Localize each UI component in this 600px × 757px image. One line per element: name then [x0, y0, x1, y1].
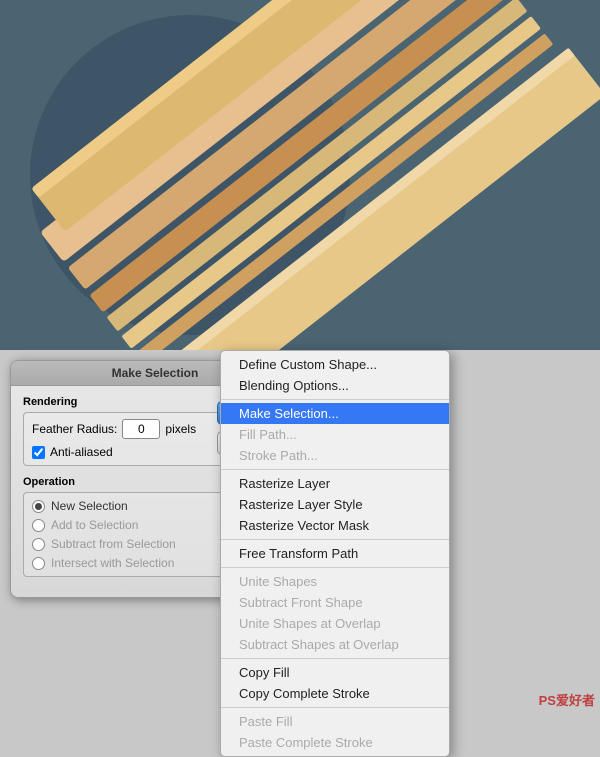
menu-item-4: Stroke Path... [221, 445, 449, 466]
anti-aliased-checkbox[interactable] [32, 446, 45, 459]
watermark-text: 爱好者 [556, 693, 595, 708]
menu-item-7[interactable]: Rasterize Vector Mask [221, 515, 449, 536]
artwork-svg [0, 0, 600, 350]
menu-separator-8 [221, 567, 449, 568]
menu-item-9: Unite Shapes [221, 571, 449, 592]
menu-item-11: Unite Shapes at Overlap [221, 613, 449, 634]
menu-item-0[interactable]: Define Custom Shape... [221, 354, 449, 375]
menu-item-5[interactable]: Rasterize Layer [221, 473, 449, 494]
context-menu: Define Custom Shape...Blending Options..… [220, 350, 450, 757]
feather-unit: pixels [165, 422, 196, 436]
menu-item-2[interactable]: Make Selection... [221, 403, 449, 424]
radio-subtract-selection-btn [32, 538, 45, 551]
menu-item-13[interactable]: Copy Fill [221, 662, 449, 683]
menu-separator-1 [221, 399, 449, 400]
watermark-ps: PS [539, 693, 556, 708]
radio-intersect-selection-label: Intersect with Selection [51, 556, 174, 570]
menu-separator-7 [221, 539, 449, 540]
anti-aliased-label: Anti-aliased [50, 445, 113, 459]
bottom-panel: Make Selection OK Cancel Rendering Feath… [0, 350, 600, 714]
menu-separator-12 [221, 658, 449, 659]
menu-item-6[interactable]: Rasterize Layer Style [221, 494, 449, 515]
radio-add-selection-btn [32, 519, 45, 532]
menu-item-3: Fill Path... [221, 424, 449, 445]
menu-separator-4 [221, 469, 449, 470]
menu-item-8[interactable]: Free Transform Path [221, 543, 449, 564]
canvas-area [0, 0, 600, 350]
menu-item-1[interactable]: Blending Options... [221, 375, 449, 396]
radio-intersect-selection-btn [32, 557, 45, 570]
feather-label: Feather Radius: [32, 422, 117, 436]
radio-new-selection-label: New Selection [51, 499, 128, 513]
menu-item-15: Paste Fill [221, 711, 449, 732]
menu-item-10: Subtract Front Shape [221, 592, 449, 613]
menu-separator-14 [221, 707, 449, 708]
radio-new-selection-btn[interactable] [32, 500, 45, 513]
radio-add-selection-label: Add to Selection [51, 518, 138, 532]
menu-item-16: Paste Complete Stroke [221, 732, 449, 753]
watermark: PS爱好者 [539, 690, 595, 709]
menu-item-14[interactable]: Copy Complete Stroke [221, 683, 449, 704]
menu-item-12: Subtract Shapes at Overlap [221, 634, 449, 655]
feather-input[interactable] [122, 419, 160, 439]
radio-subtract-selection-label: Subtract from Selection [51, 537, 176, 551]
